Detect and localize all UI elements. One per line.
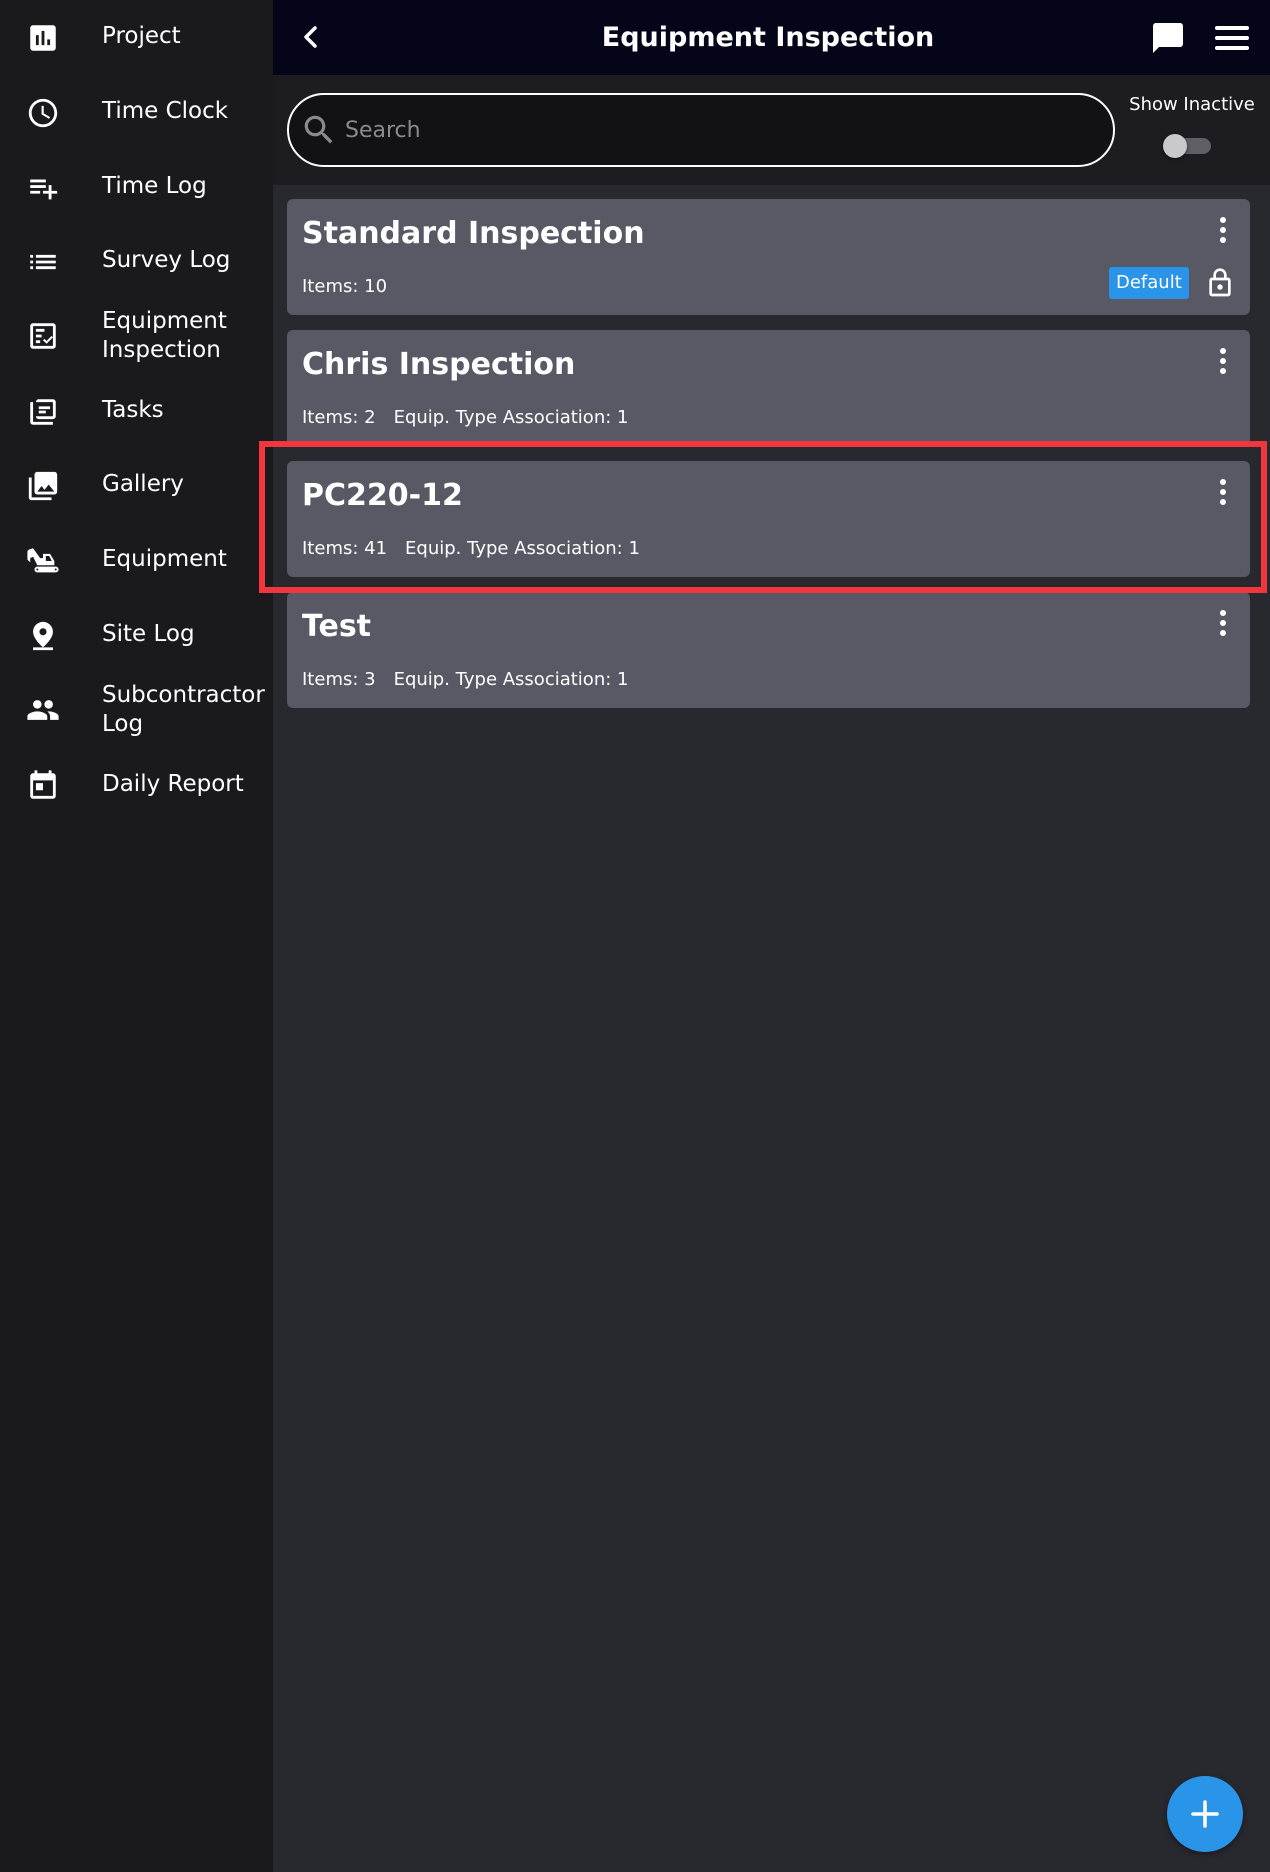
- people-icon: [26, 693, 60, 727]
- excavator-icon: [26, 544, 60, 578]
- sidebar-item-tasks[interactable]: Tasks: [0, 392, 273, 432]
- sidebar-item-label: Equipment: [102, 546, 227, 572]
- inspection-card-chris-inspection[interactable]: Chris Inspection Items: 2 Equip. Type Ass…: [287, 330, 1250, 446]
- search-input[interactable]: [345, 108, 1100, 152]
- inspection-card-test[interactable]: Test Items: 3 Equip. Type Association: 1: [287, 592, 1250, 708]
- playlist-add-icon: [26, 171, 60, 205]
- hamburger-menu-icon: [1215, 26, 1249, 50]
- sidebar-item-label: Survey Log: [102, 247, 231, 273]
- sidebar-item-survey-log[interactable]: Survey Log: [0, 242, 273, 282]
- sidebar-item-label: Site Log: [102, 621, 195, 647]
- sidebar-item-label: Project: [102, 23, 181, 49]
- sidebar-item-time-clock[interactable]: Time Clock: [0, 93, 273, 133]
- sidebar-item-label: Subcontractor Log: [102, 682, 265, 737]
- card-items-count: Items: 10: [302, 276, 388, 297]
- card-meta: Items: 2 Equip. Type Association: 1: [302, 406, 646, 430]
- list-icon: [26, 245, 60, 279]
- show-inactive-label: Show Inactive: [1129, 94, 1255, 115]
- plus-icon: [1191, 1800, 1219, 1828]
- sidebar-item-equipment-inspection[interactable]: Equipment Inspection: [0, 305, 273, 367]
- clock-icon: [26, 96, 60, 130]
- sidebar-item-site-log[interactable]: Site Log: [0, 616, 273, 656]
- calendar-icon: [26, 769, 60, 803]
- inspection-card-standard-inspection[interactable]: Standard Inspection Items: 10 Default: [287, 199, 1250, 315]
- search-icon: [300, 111, 338, 149]
- sidebar-item-label: Daily Report: [102, 771, 244, 797]
- card-association: Equip. Type Association: 1: [393, 407, 629, 428]
- card-meta: Items: 10: [302, 275, 405, 299]
- chat-button[interactable]: [1150, 20, 1186, 56]
- chat-icon: [1153, 23, 1183, 53]
- toggle-thumb: [1163, 134, 1187, 158]
- sidebar-item-daily-report[interactable]: Daily Report: [0, 766, 273, 806]
- add-inspection-button[interactable]: [1167, 1776, 1243, 1852]
- card-items-count: Items: 2: [302, 407, 376, 428]
- bar-chart-icon: [26, 21, 60, 55]
- sidebar-item-gallery[interactable]: Gallery: [0, 466, 273, 506]
- lock-icon: [1204, 265, 1236, 301]
- sidebar-item-project[interactable]: Project: [0, 18, 273, 58]
- sidebar-item-label: Equipment Inspection: [102, 308, 227, 363]
- sidebar-item-label: Gallery: [102, 471, 184, 497]
- back-button[interactable]: [294, 18, 326, 58]
- sidebar-item-label: Time Clock: [102, 98, 229, 124]
- show-inactive-toggle[interactable]: [1163, 134, 1213, 158]
- more-vert-icon: [1220, 348, 1226, 374]
- location-pin-icon: [26, 619, 60, 653]
- sidebar-item-subcontractor-log[interactable]: Subcontractor Log: [0, 679, 273, 741]
- default-badge: Default: [1109, 267, 1189, 299]
- card-options-button[interactable]: [1210, 608, 1236, 638]
- card-options-button[interactable]: [1210, 346, 1236, 376]
- highlight-box: [259, 441, 1267, 593]
- card-items-count: Items: 3: [302, 669, 376, 690]
- checklist-icon: [26, 319, 60, 353]
- page-title: Equipment Inspection: [601, 22, 935, 53]
- chevron-left-icon: [304, 26, 317, 48]
- more-vert-icon: [1220, 217, 1226, 243]
- sidebar-item-label: Tasks: [102, 397, 164, 423]
- card-meta: Items: 3 Equip. Type Association: 1: [302, 668, 646, 692]
- card-title: Test: [302, 609, 372, 644]
- card-options-button[interactable]: [1210, 215, 1236, 245]
- menu-button[interactable]: [1212, 20, 1252, 56]
- card-title: Chris Inspection: [302, 347, 576, 382]
- more-vert-icon: [1220, 610, 1226, 636]
- card-association: Equip. Type Association: 1: [393, 669, 629, 690]
- sidebar-item-equipment[interactable]: Equipment: [0, 541, 273, 581]
- sidebar-item-time-log[interactable]: Time Log: [0, 168, 273, 208]
- tasks-icon: [26, 395, 60, 429]
- card-title: Standard Inspection: [302, 216, 645, 251]
- sidebar-item-label: Time Log: [102, 173, 207, 199]
- sidebar: Project Time Clock Time Log Survey Log E…: [0, 0, 273, 1872]
- gallery-icon: [26, 469, 60, 503]
